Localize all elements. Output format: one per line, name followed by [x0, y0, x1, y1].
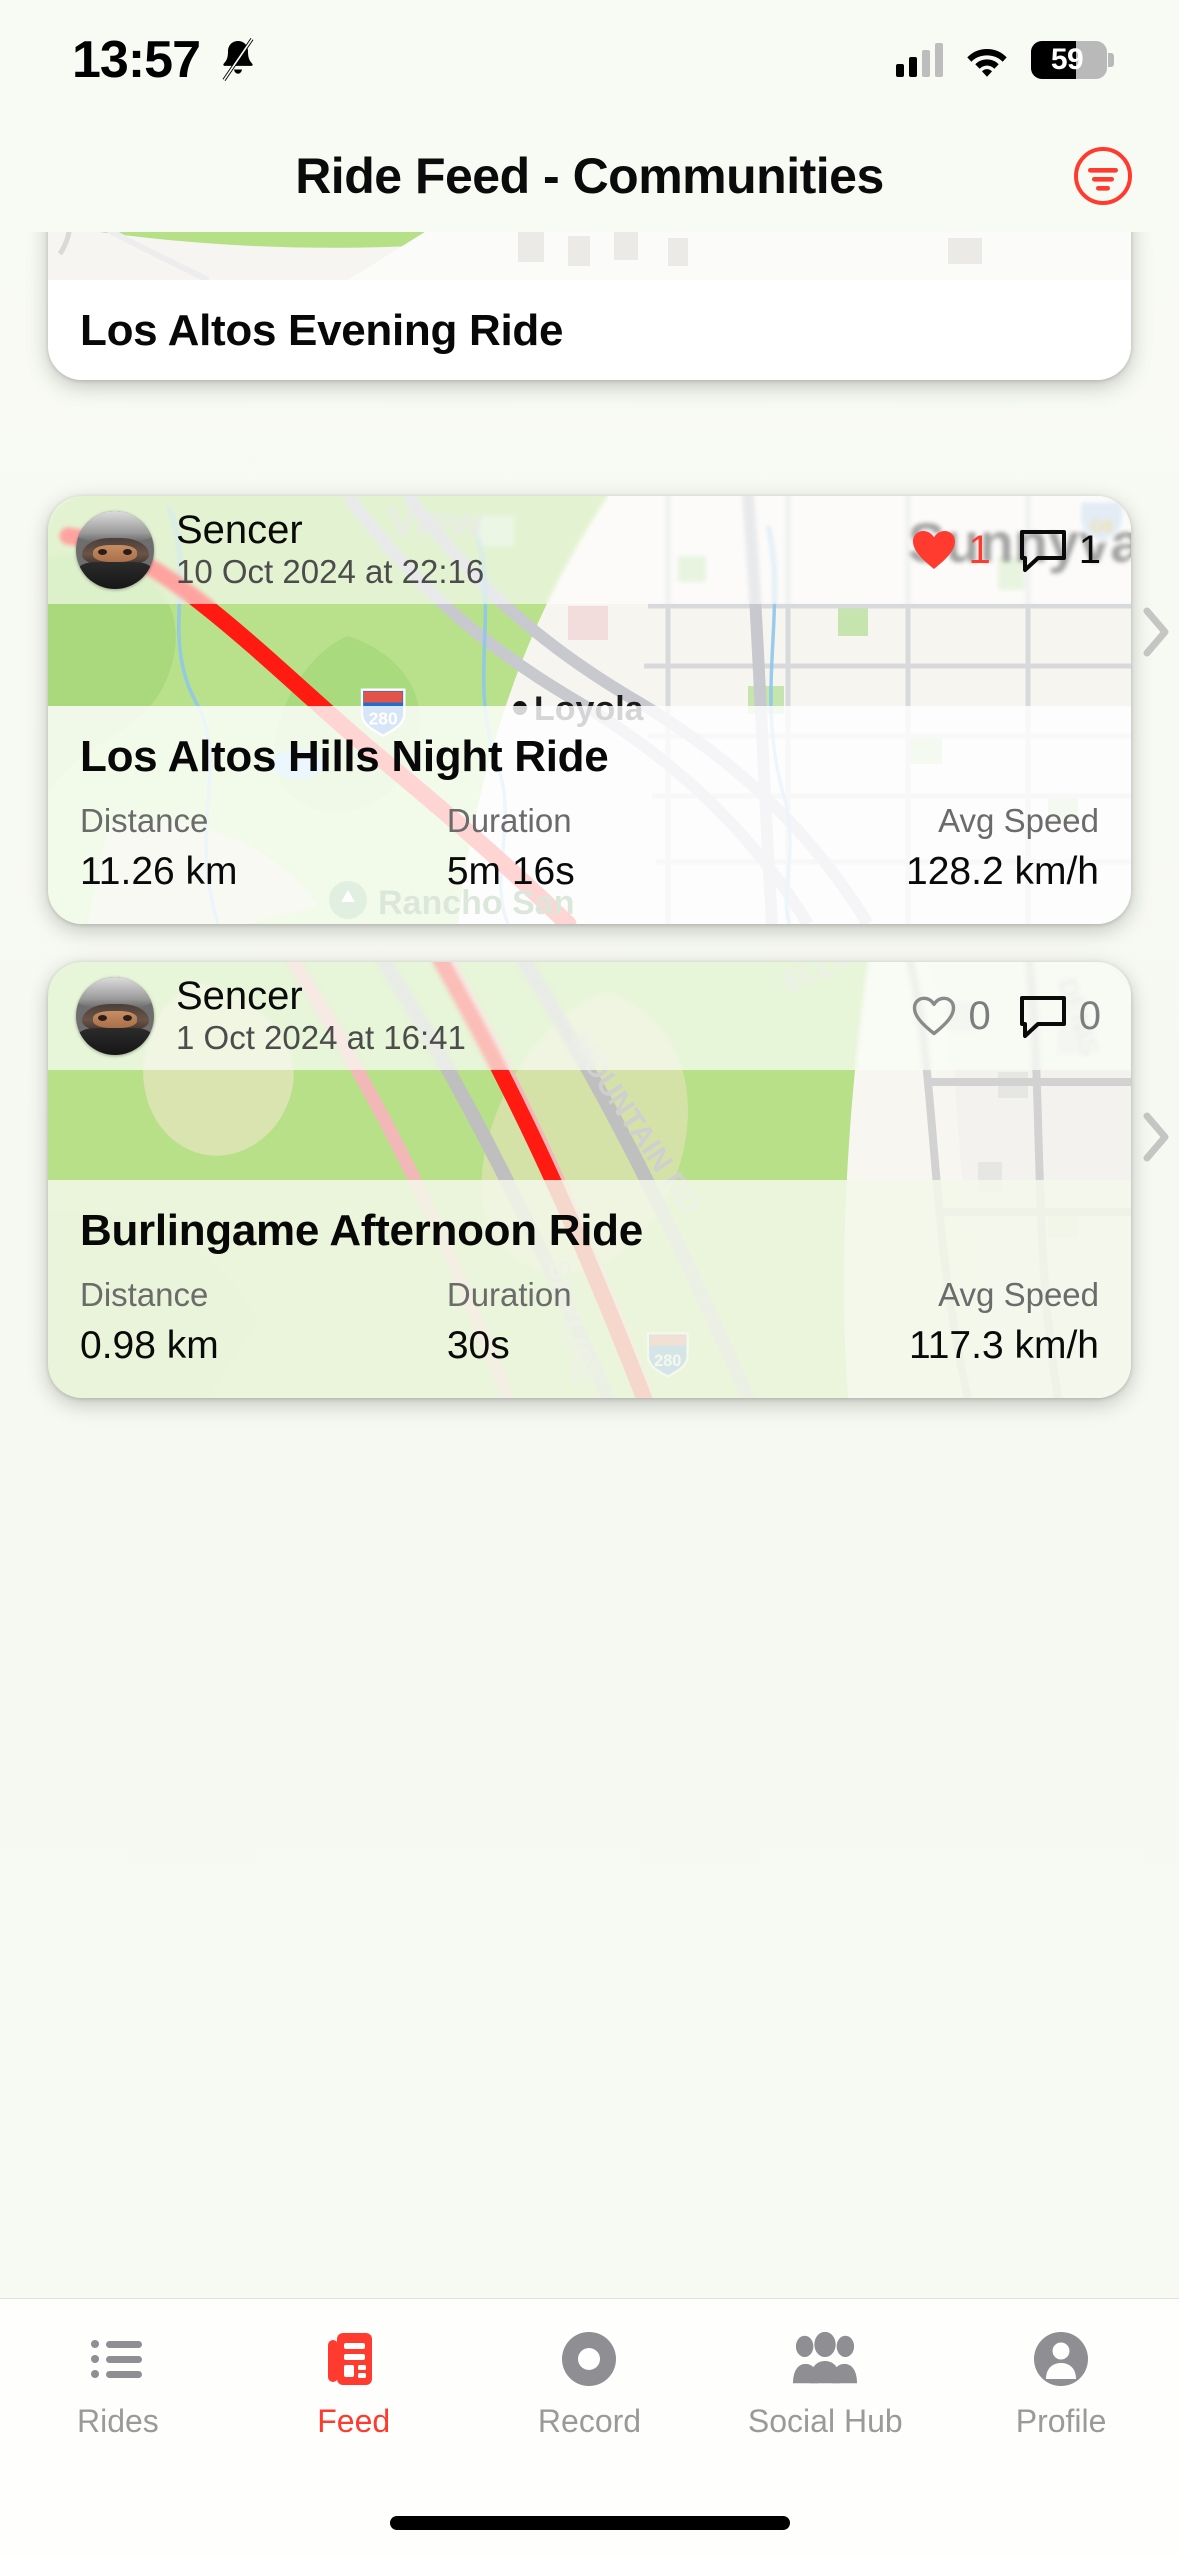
stat-duration: Duration 5m 16s	[447, 802, 793, 894]
stat-distance: Distance 11.26 km	[80, 802, 447, 894]
comment-count: 0	[1078, 994, 1101, 1038]
card-header: Sencer 10 Oct 2024 at 22:16 1 1	[48, 496, 1131, 604]
tab-social-hub[interactable]: Social Hub	[707, 2327, 943, 2440]
tab-feed[interactable]: Feed	[236, 2327, 472, 2440]
ride-title: Los Altos Evening Ride	[80, 306, 564, 355]
ride-date: 1 Oct 2024 at 16:41	[176, 1019, 466, 1057]
like-button[interactable]: 1	[911, 529, 991, 571]
avatar	[76, 977, 154, 1055]
status-bar-left: 13:57	[72, 30, 260, 90]
nav-bar: Ride Feed - Communities	[0, 120, 1179, 232]
stat-label: Avg Speed	[938, 802, 1099, 839]
like-button[interactable]: 0	[911, 995, 991, 1037]
card-header-text: Sencer 1 Oct 2024 at 16:41	[176, 974, 466, 1057]
like-count: 1	[968, 528, 991, 572]
battery-percent: 59	[1050, 43, 1084, 76]
stat-row: Distance 0.98 km Duration 30s Avg Speed …	[80, 1276, 1099, 1368]
tab-label: Profile	[1015, 2403, 1107, 2439]
battery-indicator: 59	[1031, 41, 1114, 79]
record-circle-icon	[557, 2327, 621, 2391]
status-bar: 13:57 59	[0, 0, 1179, 120]
tab-profile[interactable]: Profile	[943, 2327, 1179, 2440]
tab-record[interactable]: Record	[472, 2327, 708, 2440]
stat-distance: Distance 0.98 km	[80, 1276, 447, 1368]
stat-value: 30s	[446, 1324, 510, 1367]
people-group-icon	[793, 2327, 858, 2391]
stat-value: 128.2 km/h	[906, 850, 1099, 893]
wifi-icon	[965, 44, 1009, 77]
stat-label: Distance	[80, 376, 447, 380]
person-circle-icon	[1029, 2327, 1093, 2391]
stat-label: Duration	[447, 376, 793, 380]
stat-label: Avg Speed	[938, 1276, 1099, 1313]
tab-label: Rides	[76, 2403, 159, 2439]
tab-bar: Rides Feed Record Social Hub Profile	[0, 2298, 1179, 2556]
tab-label: Record	[537, 2403, 642, 2439]
ride-card[interactable]: MOUNTAIN RD ELL-RD SKYLINE DENIS 280	[48, 962, 1131, 1398]
heart-filled-icon	[911, 529, 957, 571]
comment-bubble-icon	[1019, 527, 1067, 573]
stat-value: 0.98 km	[80, 1324, 219, 1367]
page-title: Ride Feed - Communities	[295, 148, 884, 204]
stat-row: Distance 0.43 km Duration 13s Avg Speed …	[80, 376, 1099, 380]
stat-label: Avg Speed	[938, 376, 1099, 380]
bell-slash-icon	[216, 37, 260, 83]
status-bar-right: 59	[896, 41, 1114, 79]
user-name: Sencer	[176, 974, 303, 1019]
ride-card[interactable]: Sunnyvale View Loyola Rancho San 280	[48, 496, 1131, 924]
card-header: Sencer 1 Oct 2024 at 16:41 0 0	[48, 962, 1131, 1070]
stat-label: Duration	[446, 802, 572, 839]
list-icon	[86, 2327, 150, 2391]
tab-rides[interactable]: Rides	[0, 2327, 236, 2440]
stat-value: 117.3 km/h	[908, 1324, 1099, 1367]
stat-value: 5m 16s	[446, 850, 575, 893]
stat-duration: Duration 13s	[447, 376, 793, 380]
stat-label: Distance	[80, 802, 209, 839]
stat-label: Duration	[446, 1276, 572, 1313]
tab-label: Feed	[317, 2403, 391, 2439]
stat-label: Distance	[80, 1276, 209, 1313]
stat-avg-speed: Avg Speed 117.3 km/h	[793, 1276, 1099, 1368]
tab-label: Social Hub	[747, 2403, 903, 2439]
stat-distance: Distance 0.43 km	[80, 376, 447, 380]
feed-scroll-area[interactable]: 280 Los Altos Evening Ride Distance 0.43…	[0, 232, 1179, 2298]
user-name: Sencer	[176, 508, 303, 553]
stat-row: Distance 11.26 km Duration 5m 16s Avg Sp…	[80, 802, 1099, 894]
ride-stats: Los Altos Evening Ride Distance 0.43 km …	[48, 280, 1131, 380]
ride-title: Los Altos Hills Night Ride	[80, 732, 609, 781]
heart-outline-icon	[911, 995, 957, 1037]
avatar	[76, 511, 154, 589]
ride-card[interactable]: 280 Los Altos Evening Ride Distance 0.43…	[48, 232, 1131, 380]
comment-button[interactable]: 0	[1019, 993, 1101, 1039]
comment-bubble-icon	[1019, 993, 1067, 1039]
stat-value: 11.26 km	[80, 850, 238, 893]
app-screen: 13:57 59 Ride Feed - Communities 280 Los…	[0, 0, 1179, 2556]
chevron-right-icon[interactable]	[1139, 605, 1173, 659]
ride-title: Burlingame Afternoon Ride	[80, 1206, 643, 1255]
newspaper-icon	[322, 2327, 386, 2391]
reactions: 0 0	[911, 993, 1101, 1039]
stat-avg-speed: Avg Speed 128.2 km/h	[793, 802, 1099, 894]
stat-avg-speed: Avg Speed 111.0 km/h	[793, 376, 1099, 380]
ride-stats: Los Altos Hills Night Ride Distance 11.2…	[48, 706, 1131, 924]
comment-count: 1	[1078, 528, 1101, 572]
card-header-text: Sencer 10 Oct 2024 at 22:16	[176, 508, 485, 591]
stat-duration: Duration 30s	[447, 1276, 793, 1368]
ride-map[interactable]: 280	[48, 232, 1131, 280]
comment-button[interactable]: 1	[1019, 527, 1101, 573]
filter-lines-circle-icon[interactable]	[1071, 144, 1135, 208]
status-time: 13:57	[72, 31, 201, 89]
home-indicator	[389, 2516, 790, 2530]
ride-date: 10 Oct 2024 at 22:16	[176, 553, 485, 591]
ride-stats: Burlingame Afternoon Ride Distance 0.98 …	[48, 1180, 1131, 1398]
reactions: 1 1	[911, 527, 1101, 573]
chevron-right-icon[interactable]	[1139, 1110, 1173, 1164]
cellular-signal-icon	[896, 43, 943, 77]
like-count: 0	[968, 994, 991, 1038]
